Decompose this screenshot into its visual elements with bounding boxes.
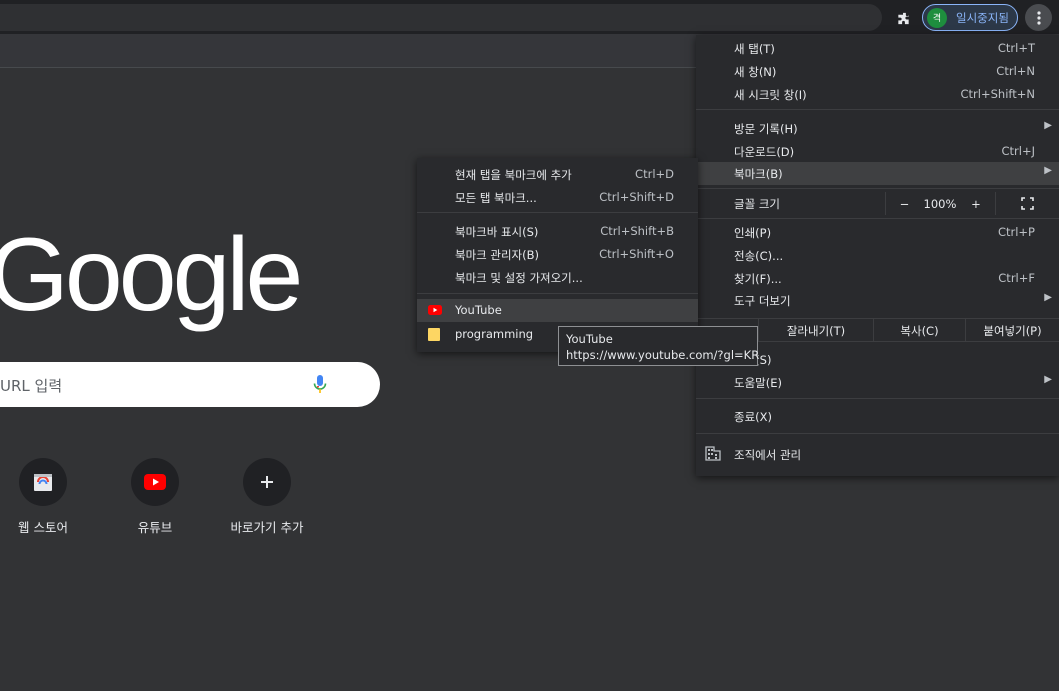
submenu-item-import-bookmarks[interactable]: 북마크 및 설정 가져오기... [417,266,698,289]
extensions-puzzle-icon[interactable] [893,8,913,28]
submenu-divider [417,212,698,213]
submenu-item-add-current-tab[interactable]: 현재 탭을 북마크에 추가 Ctrl+D [417,163,698,186]
web-store-icon [19,458,67,506]
chevron-right-icon: ▶ [1044,292,1052,303]
shortcut-label: 유튜브 [137,520,173,535]
menu-item-exit[interactable]: 종료(X) [696,405,1059,428]
zoom-level-value: 100% [923,196,957,211]
menu-item-history[interactable]: 방문 기록(H) ▶ [696,117,1059,140]
zoom-label: 글꼴 크기 [734,197,780,211]
youtube-icon [131,458,179,506]
menu-item-print[interactable]: 인쇄(P) Ctrl+P [696,221,1059,244]
chevron-right-icon: ▶ [1044,165,1052,176]
menu-divider [696,109,1059,110]
menu-item-more-tools[interactable]: 도구 더보기 ▶ [696,289,1059,312]
search-box[interactable]: URL 입력 [0,362,380,407]
profile-status-label: 일시중지됨 [956,10,1009,25]
submenu-item-bookmark-all-tabs[interactable]: 모든 탭 북마크... Ctrl+Shift+D [417,186,698,209]
chrome-main-menu: 새 탭(T) Ctrl+T 새 창(N) Ctrl+N 새 시크릿 창(I) C… [696,35,1059,476]
profile-paused-button[interactable]: 격 일시중지됨 [922,4,1018,31]
folder-icon [428,328,440,344]
menu-item-new-incognito[interactable]: 새 시크릿 창(I) Ctrl+Shift+N [696,83,1059,106]
menu-item-help[interactable]: 도움말(E) ▶ [696,371,1059,394]
address-bar[interactable] [0,4,882,31]
shortcut-tile-web-store[interactable]: 웹 스토어 [0,458,98,536]
menu-item-cast[interactable]: 전송(C)... [696,244,1059,267]
youtube-favicon [428,304,442,318]
microphone-icon[interactable] [312,374,328,398]
zoom-in-button[interactable]: + [957,192,995,215]
cut-button[interactable]: 잘라내기(T) [758,319,873,342]
menu-item-new-window[interactable]: 새 창(N) Ctrl+N [696,60,1059,83]
shortcut-tile-youtube[interactable]: 유튜브 [100,458,210,536]
google-logo: Google [0,217,303,333]
plus-icon [243,458,291,506]
bookmark-tooltip: YouTube https://www.youtube.com/?gl=KR [558,326,760,366]
menu-item-find[interactable]: 찾기(F)... Ctrl+F [696,267,1059,290]
bookmark-item-youtube[interactable]: YouTube [417,299,698,322]
menu-divider [696,398,1059,399]
tooltip-url: https://www.youtube.com/?gl=KR [566,348,760,362]
menu-divider [696,433,1059,434]
menu-item-downloads[interactable]: 다운로드(D) Ctrl+J [696,140,1059,163]
submenu-item-bookmark-manager[interactable]: 북마크 관리자(B) Ctrl+Shift+O [417,243,698,266]
menu-zoom-row: 글꼴 크기 − 100% + [696,192,1059,215]
menu-divider [696,218,1059,219]
bookmarks-submenu: 현재 탭을 북마크에 추가 Ctrl+D 모든 탭 북마크... Ctrl+Sh… [417,158,698,352]
submenu-item-show-bookmarks-bar[interactable]: 북마크바 표시(S) Ctrl+Shift+B [417,220,698,243]
chrome-menu-kebab-icon[interactable] [1025,4,1052,31]
submenu-divider [417,293,698,294]
shortcut-label: 바로가기 추가 [230,520,304,535]
chevron-right-icon: ▶ [1044,374,1052,385]
building-icon [705,446,721,465]
search-input-placeholder: URL 입력 [0,377,63,395]
menu-divider [696,188,1059,189]
fullscreen-icon[interactable] [995,192,1059,215]
zoom-out-button[interactable]: − [885,192,923,215]
shortcut-tile-add[interactable]: 바로가기 추가 [212,458,322,536]
menu-item-managed-by-org[interactable]: 조직에서 관리 [696,440,1059,468]
chevron-right-icon: ▶ [1044,120,1052,131]
menu-item-new-tab[interactable]: 새 탭(T) Ctrl+T [696,37,1059,60]
shortcut-label: 웹 스토어 [18,520,68,535]
copy-button[interactable]: 복사(C) [873,319,965,342]
browser-toolbar: 격 일시중지됨 [0,0,1059,34]
tooltip-title: YouTube [566,332,613,346]
profile-avatar: 격 [927,7,947,28]
paste-button[interactable]: 붙여넣기(P) [965,319,1059,342]
menu-item-bookmarks[interactable]: 북마크(B) ▶ [696,162,1059,185]
